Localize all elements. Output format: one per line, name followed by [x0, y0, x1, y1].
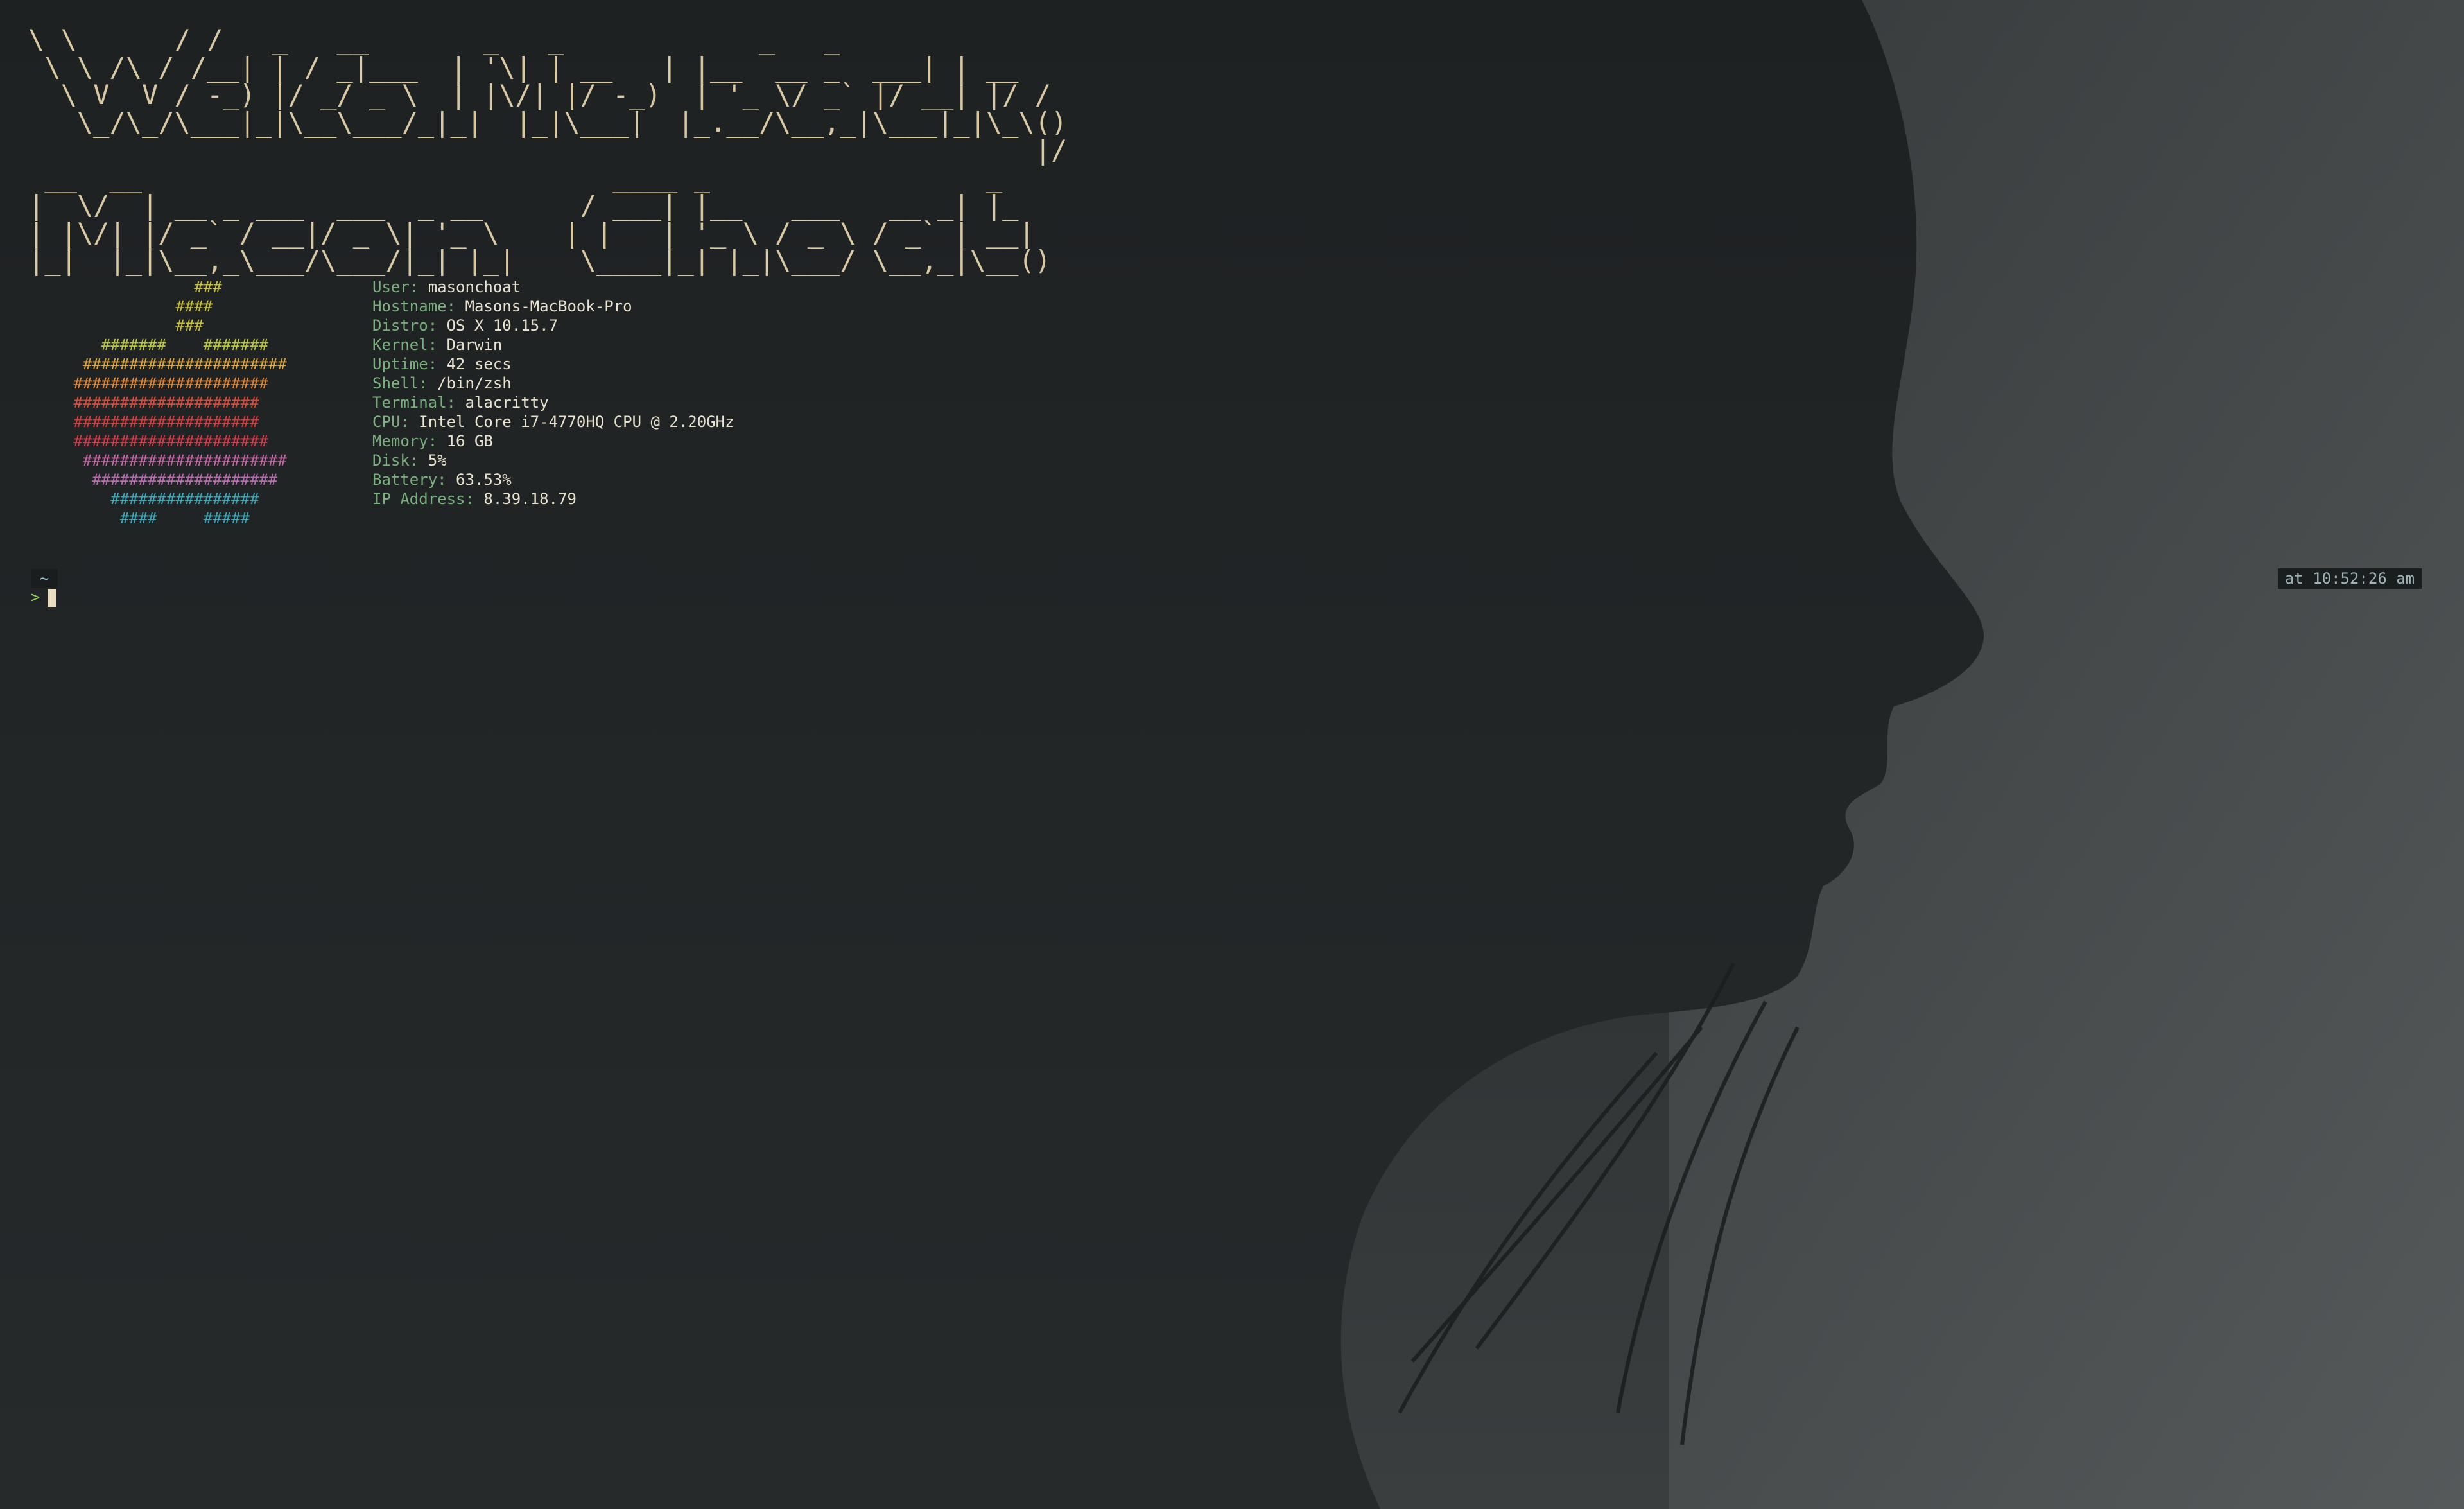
logo-row: ################: [64, 490, 259, 508]
sysinfo-value: 5%: [419, 451, 447, 469]
sysinfo-value: Masons-MacBook-Pro: [456, 297, 632, 315]
welcome-ascii-banner: \ \ / / _ __ _ _ _ _ \ \ /\ / /__| | / _…: [28, 26, 1116, 274]
sysinfo-value: Darwin: [437, 336, 503, 354]
sysinfo-value: masonchoat: [419, 278, 521, 296]
logo-row: #### #####: [64, 509, 250, 527]
banner-line: |_| |_|\__,_\___/\___/|_| |_| \____|_| |…: [28, 245, 1052, 276]
sysinfo-row: Uptime: 42 secs: [372, 354, 734, 374]
sysinfo-key: Distro:: [372, 317, 438, 335]
logo-row: ######################: [64, 355, 287, 373]
sysinfo-key: Battery:: [372, 471, 447, 489]
sysinfo-row: Battery: 63.53%: [372, 470, 734, 489]
sysinfo-row: Shell: /bin/zsh: [372, 374, 734, 393]
sysinfo-key: User:: [372, 278, 419, 296]
logo-row: ###: [64, 317, 204, 335]
banner-line: | \/ | __ _ ___ ___ _ __ / ___| |__ ___ …: [28, 189, 1052, 221]
logo-row: #####################: [64, 432, 268, 450]
sysinfo-value: 63.53%: [446, 471, 512, 489]
command-line[interactable]: >: [31, 587, 57, 607]
banner-line: \ V V / -_) |/ _/ _ \ | |\/| |/ -_) | '_…: [28, 79, 1084, 110]
sysinfo-key: Shell:: [372, 374, 428, 392]
sysinfo-row: CPU: Intel Core i7-4770HQ CPU @ 2.20GHz: [372, 412, 734, 432]
logo-row: ####################: [64, 413, 259, 431]
prompt-directory: ~: [31, 569, 58, 588]
sysinfo-row: Kernel: Darwin: [372, 335, 734, 354]
logo-row: ######################: [64, 451, 287, 469]
banner-line: \ \ /\ / /__| | / _|___ | '\| | __ | |__…: [28, 51, 1052, 83]
banner-line: \_/\_/\___|_|\__\___/_|_| |_|\___| |_.__…: [28, 107, 1068, 138]
sysinfo-value: OS X 10.15.7: [437, 317, 558, 335]
sysinfo-key: Terminal:: [372, 394, 456, 412]
logo-row: ####### #######: [64, 336, 268, 354]
sysinfo-row: Disk: 5%: [372, 451, 734, 470]
sysinfo-value: alacritty: [456, 394, 549, 412]
sysinfo-key: CPU:: [372, 413, 410, 431]
sysinfo-value: Intel Core i7-4770HQ CPU @ 2.20GHz: [409, 413, 734, 431]
prompt-arrow: >: [31, 588, 40, 606]
sysinfo-row: Distro: OS X 10.15.7: [372, 316, 734, 335]
logo-row: ###: [64, 278, 222, 296]
sysinfo-key: IP Address:: [372, 490, 474, 508]
logo-row: ####: [64, 297, 213, 315]
banner-line: |/: [28, 134, 1084, 166]
banner-line: | |\/| |/ _` / __|/ _ \| '_ \ | | | '_ \…: [28, 217, 1052, 249]
sysinfo-key: Uptime:: [372, 355, 438, 373]
sysinfo-row: User: masonchoat: [372, 277, 734, 297]
banner-line: \ \ / / _ __ _ _ _ _: [28, 24, 1116, 55]
sysinfo-key: Disk:: [372, 451, 419, 469]
sysinfo-value: 16 GB: [437, 432, 493, 450]
sysinfo-value: 42 secs: [437, 355, 512, 373]
sysinfo-value: 8.39.18.79: [474, 490, 577, 508]
sysinfo-row: Hostname: Masons-MacBook-Pro: [372, 297, 734, 316]
terminal-window[interactable]: \ \ / / _ __ _ _ _ _ \ \ /\ / /__| | / _…: [0, 0, 2464, 1509]
logo-row: ####################: [64, 471, 278, 489]
prompt-time: at 10:52:26 am: [2278, 568, 2422, 589]
sysinfo-row: Memory: 16 GB: [372, 432, 734, 451]
system-info-panel: User: masonchoat Hostname: Masons-MacBook…: [372, 277, 734, 509]
sysinfo-row: IP Address: 8.39.18.79: [372, 489, 734, 509]
text-cursor[interactable]: [48, 589, 57, 607]
sysinfo-key: Memory:: [372, 432, 438, 450]
sysinfo-row: Terminal: alacritty: [372, 393, 734, 412]
apple-ascii-logo: ### #### ### ####### ####### ###########…: [64, 277, 287, 528]
sysinfo-key: Hostname:: [372, 297, 456, 315]
banner-line: __ __ ____ _ _: [28, 162, 1068, 193]
logo-row: #####################: [64, 374, 268, 392]
sysinfo-key: Kernel:: [372, 336, 438, 354]
sysinfo-value: /bin/zsh: [428, 374, 512, 392]
logo-row: ####################: [64, 394, 259, 412]
